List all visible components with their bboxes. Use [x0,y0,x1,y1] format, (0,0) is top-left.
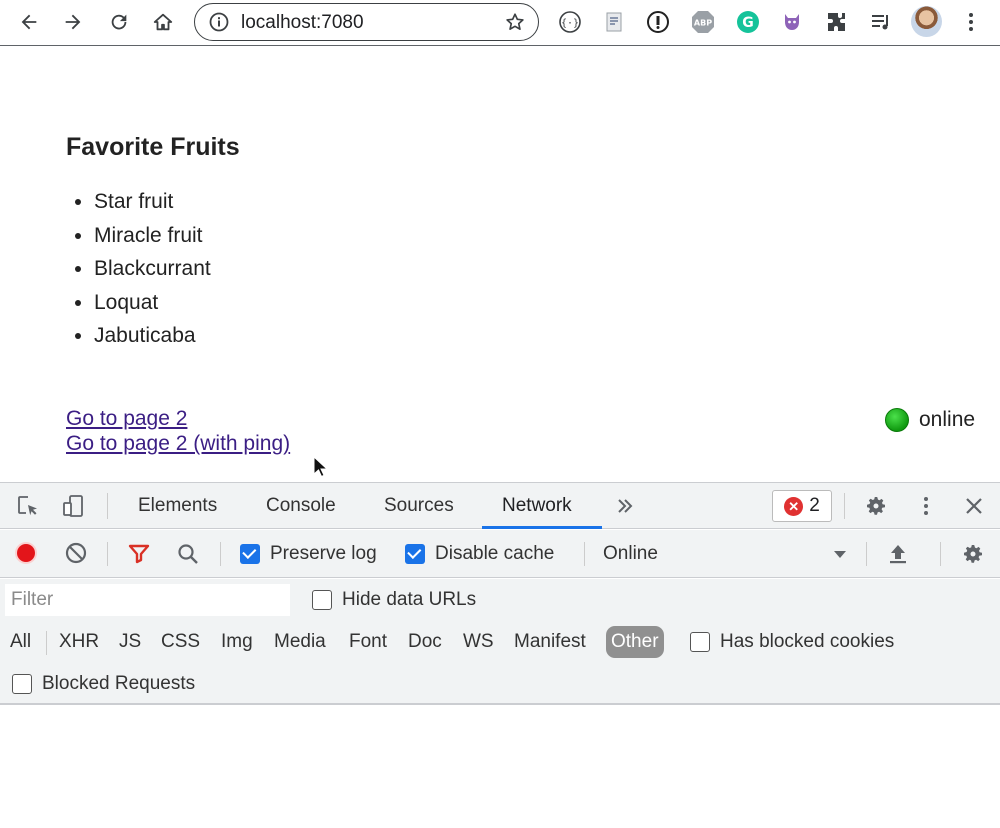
document-extension-icon[interactable] [601,9,627,35]
tab-console[interactable]: Console [246,483,356,529]
filter-type-manifest[interactable]: Manifest [510,626,590,658]
error-count: 2 [809,495,820,516]
filter-funnel-icon[interactable] [127,542,151,566]
blocked-requests-checkbox[interactable]: Blocked Requests [12,673,195,695]
device-toolbar-icon[interactable] [61,494,85,518]
import-har-icon[interactable] [886,542,910,566]
filter-type-other[interactable]: Other [606,626,664,658]
hide-data-urls-label: Hide data URLs [342,589,477,610]
filter-type-font[interactable]: Font [345,626,391,658]
close-devtools-icon[interactable] [962,494,986,518]
reload-icon[interactable] [106,9,132,35]
filter-type-media[interactable]: Media [270,626,330,658]
list-item: Miracle fruit [94,219,211,253]
status-dot-icon [885,408,909,432]
password-manager-extension-icon[interactable] [645,9,671,35]
list-item: Jabuticaba [94,319,211,353]
mouse-cursor-icon [313,456,329,478]
page-title: Favorite Fruits [66,133,240,161]
adblock-plus-extension-icon[interactable]: ABP [690,9,716,35]
home-icon[interactable] [150,9,176,35]
blocked-requests-label: Blocked Requests [42,673,196,694]
site-info-icon[interactable] [209,12,229,32]
grammarly-extension-icon[interactable]: G [735,9,761,35]
filter-type-img[interactable]: Img [217,626,257,658]
list-item: Loquat [94,286,211,320]
filter-type-xhr[interactable]: XHR [55,626,103,658]
settings-gear-icon[interactable] [864,494,888,518]
list-item: Star fruit [94,185,211,219]
profile-avatar[interactable] [911,6,942,37]
fruit-list: Star fruit Miracle fruit Blackcurrant Lo… [66,185,211,353]
search-icon[interactable] [176,542,200,566]
disable-cache-check-icon[interactable] [405,544,425,564]
online-status: online [885,408,975,432]
has-blocked-cookies-label: Has blocked cookies [720,631,895,652]
page-content: Favorite Fruits Star fruit Miracle fruit… [0,47,1000,482]
extensions-puzzle-icon[interactable] [824,9,850,35]
url-text[interactable]: localhost:7080 [241,12,364,34]
has-blocked-cookies-check-icon[interactable] [690,632,710,652]
page2-ping-link[interactable]: Go to page 2 (with ping) [66,432,290,456]
error-count-badge[interactable]: ✕ 2 [772,490,832,522]
forward-arrow-icon[interactable] [60,9,86,35]
chrome-menu-icon[interactable] [958,9,984,35]
status-label: online [919,408,976,431]
blocked-requests-check-icon[interactable] [12,674,32,694]
address-bar[interactable]: localhost:7080 [194,3,539,41]
clear-icon[interactable] [64,541,88,565]
browser-toolbar: localhost:7080 {·} ABP G [0,0,1000,46]
devtools-tab-bar: Elements Console Sources Network ✕ 2 [0,483,1000,529]
disable-cache-label: Disable cache [435,543,555,564]
filter-type-css[interactable]: CSS [157,626,204,658]
has-blocked-cookies-checkbox[interactable]: Has blocked cookies [690,631,894,653]
network-settings-gear-icon[interactable] [961,542,985,566]
inspect-element-icon[interactable] [16,494,40,518]
page2-link[interactable]: Go to page 2 [66,407,187,431]
record-icon[interactable] [14,541,38,565]
filter-type-doc[interactable]: Doc [404,626,446,658]
preserve-log-label: Preserve log [270,543,377,564]
more-tabs-chevron-icon[interactable] [613,494,637,518]
svg-text:{·}: {·} [561,18,579,29]
list-item: Blackcurrant [94,252,211,286]
json-viewer-extension-icon[interactable]: {·} [557,9,583,35]
preserve-log-check-icon[interactable] [240,544,260,564]
devtools-menu-icon[interactable] [914,494,938,518]
filter-bar: Hide data URLs All XHR JS CSS Img Media … [0,579,1000,705]
tab-sources[interactable]: Sources [364,483,474,529]
media-control-icon[interactable] [868,9,894,35]
filter-type-ws[interactable]: WS [459,626,498,658]
chevron-down-icon[interactable] [828,542,852,566]
error-icon: ✕ [784,496,804,516]
back-arrow-icon[interactable] [16,9,42,35]
filter-type-all[interactable]: All [6,626,35,658]
tab-elements[interactable]: Elements [118,483,237,529]
hide-data-urls-checkbox[interactable]: Hide data URLs [312,589,476,611]
hide-data-urls-check-icon[interactable] [312,590,332,610]
octocat-extension-icon[interactable] [779,9,805,35]
filter-type-js[interactable]: JS [115,626,145,658]
preserve-log-checkbox[interactable]: Preserve log [240,543,377,565]
svg-text:ABP: ABP [694,19,712,28]
filter-input[interactable] [5,584,290,616]
disable-cache-checkbox[interactable]: Disable cache [405,543,554,565]
devtools-panel: Elements Console Sources Network ✕ 2 Pre… [0,482,1000,828]
network-toolbar: Preserve log Disable cache Online [0,530,1000,578]
tab-network[interactable]: Network [482,483,602,529]
bookmark-star-icon[interactable] [504,11,526,33]
throttling-value: Online [603,543,658,564]
throttling-select[interactable]: Online [603,543,853,565]
svg-text:G: G [742,15,754,31]
